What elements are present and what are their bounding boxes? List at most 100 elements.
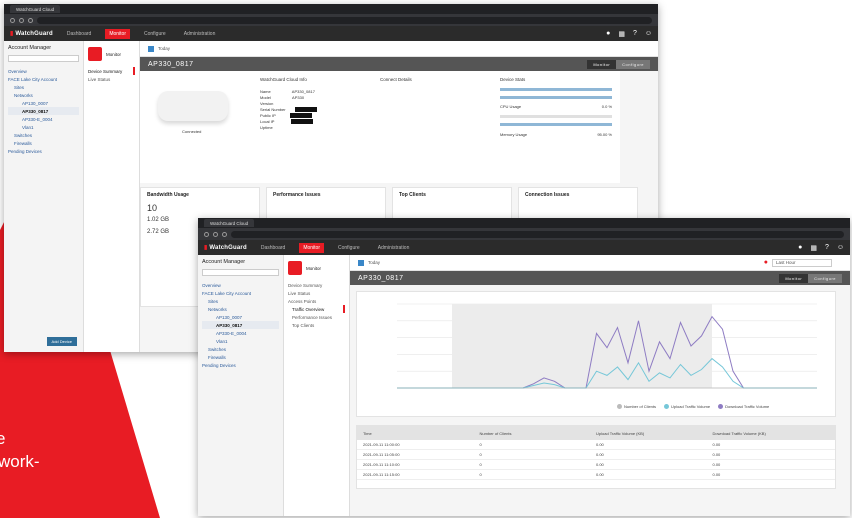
grid-icon[interactable]: ▦ — [618, 30, 625, 38]
nav-dashboard[interactable]: Dashboard — [257, 243, 289, 253]
help-icon[interactable]: ? — [633, 30, 637, 38]
tree-item[interactable]: Vlan1 — [202, 337, 279, 345]
column-header[interactable]: Time — [363, 431, 480, 436]
account-search-input[interactable] — [8, 55, 79, 62]
tree-item[interactable]: Sites — [8, 83, 79, 91]
tree-item[interactable]: Networks — [202, 305, 279, 313]
tree-item[interactable]: Switches — [202, 345, 279, 353]
table-row: 2021-09-11 11:00:00 0 0.00 0.00 — [357, 440, 835, 450]
tree-item[interactable]: FACE Lake City Account — [202, 289, 279, 297]
nav-configure[interactable]: Configure — [334, 243, 364, 253]
watchguard-logo[interactable]: ▮ WatchGuard — [204, 244, 247, 251]
tree-item[interactable]: FACE Lake City Account — [8, 75, 79, 83]
card-title: Top Clients — [399, 192, 426, 198]
subnav-item[interactable]: Top Clients — [288, 321, 345, 329]
subnav-item[interactable]: Device Summary — [288, 281, 345, 289]
time-range-select[interactable]: Last Hour — [772, 258, 832, 267]
forward-icon[interactable] — [213, 231, 218, 237]
user-icon[interactable]: ☺ — [645, 30, 652, 38]
tree-item[interactable]: Pending Devices — [202, 361, 279, 369]
tree-item[interactable]: Vlan1 — [8, 123, 79, 131]
tree-item[interactable]: Sites — [202, 297, 279, 305]
tree-item[interactable]: Firewalls — [202, 353, 279, 361]
nav-configure[interactable]: Configure — [140, 29, 170, 39]
tab-monitor[interactable]: Monitor — [779, 273, 809, 283]
column-header[interactable]: Upload Traffic Volume (KB) — [596, 431, 713, 436]
info-key: Model — [260, 95, 271, 100]
breadcrumb-label[interactable]: Today — [158, 46, 170, 51]
subnav-item[interactable]: Live Status — [88, 75, 135, 83]
column-header[interactable]: Number of Clients — [480, 431, 597, 436]
device-title-bar: AP330_0817 Monitor Configure — [140, 57, 658, 71]
add-device-button[interactable]: Add Device — [46, 337, 77, 346]
breadcrumb-label[interactable]: Today — [368, 260, 380, 265]
back-icon[interactable] — [10, 17, 15, 23]
nav-administration[interactable]: Administration — [374, 243, 414, 253]
nav-monitor[interactable]: Monitor — [105, 28, 130, 39]
tree-item[interactable]: AP130_0007 — [8, 99, 79, 107]
tree-item[interactable]: AP130_0007 — [202, 313, 279, 321]
reload-icon[interactable] — [222, 231, 227, 237]
app-header: ▮ WatchGuard Dashboard Monitor Configure… — [4, 26, 658, 41]
memory-usage-label: Memory Usage — [500, 132, 528, 137]
tree-item-selected[interactable]: AP330_0817 — [8, 107, 79, 115]
notification-icon[interactable]: ● — [798, 244, 802, 252]
cpu-bar — [500, 115, 612, 118]
browser-tab[interactable]: WatchGuard Cloud — [10, 5, 61, 13]
promo-line-1: e — [0, 429, 6, 448]
device-name: AP330_0817 — [148, 60, 194, 68]
table-header: Time Number of Clients Upload Traffic Vo… — [357, 426, 835, 440]
device-overview-card: Connected WatchGuard Cloud Info Name AP3… — [140, 71, 620, 183]
browser-tab[interactable]: WatchGuard Cloud — [204, 219, 255, 227]
table-row: 2021-09-11 11:15:00 0 0.00 0.00 — [357, 470, 835, 480]
tree-item[interactable]: Overview — [8, 67, 79, 75]
nav-administration[interactable]: Administration — [180, 29, 220, 39]
alert-icon[interactable]: ● — [764, 259, 768, 266]
browser-chrome: WatchGuard Cloud — [4, 4, 658, 26]
tab-configure[interactable]: Configure — [808, 273, 842, 283]
user-icon[interactable]: ☺ — [837, 244, 844, 252]
tree-item[interactable]: AP330-E_0004 — [8, 115, 79, 123]
tree-item[interactable]: Firewalls — [8, 139, 79, 147]
nav-dashboard[interactable]: Dashboard — [63, 29, 95, 39]
back-icon[interactable] — [204, 231, 209, 237]
tree-item[interactable]: AP330-E_0004 — [202, 329, 279, 337]
reload-icon[interactable] — [28, 17, 33, 23]
calendar-icon — [358, 259, 364, 266]
tab-configure[interactable]: Configure — [616, 59, 650, 69]
subnav-item[interactable]: Traffic Overview — [288, 305, 345, 313]
nav-monitor[interactable]: Monitor — [299, 242, 324, 253]
tree-item[interactable]: Overview — [202, 281, 279, 289]
subnav-header: Monitor — [306, 265, 322, 271]
subnav-item[interactable]: Device Summary — [88, 67, 135, 75]
grid-icon[interactable]: ▦ — [810, 244, 817, 252]
info-key: Version — [260, 101, 274, 106]
chart-legend: Number of Clients Upload Traffic Volume … — [617, 404, 769, 410]
tree-item-selected[interactable]: AP330_0817 — [202, 321, 279, 329]
legend-item: Number of Clients — [617, 404, 656, 410]
column-header[interactable]: Download Traffic Volume (KB) — [713, 431, 830, 436]
card-title: Performance Issues — [273, 192, 321, 198]
account-tree: Overview FACE Lake City Account Sites Ne… — [8, 67, 79, 155]
info-value: AP330_0817 — [291, 89, 315, 94]
subnav-item[interactable]: Performance Issues — [288, 313, 345, 321]
address-bar[interactable] — [231, 230, 844, 238]
tree-item[interactable]: Networks — [8, 91, 79, 99]
account-search-input[interactable] — [202, 269, 279, 276]
tab-monitor[interactable]: Monitor — [587, 59, 617, 69]
forward-icon[interactable] — [19, 17, 24, 23]
notification-icon[interactable]: ● — [606, 30, 610, 38]
device-title-bar: AP330_0817 Monitor Configure — [350, 271, 850, 285]
tree-item[interactable]: Pending Devices — [8, 147, 79, 155]
address-bar[interactable] — [37, 16, 652, 24]
tree-item[interactable]: Switches — [8, 131, 79, 139]
watchguard-logo[interactable]: ▮ WatchGuard — [10, 30, 53, 37]
help-icon[interactable]: ? — [825, 244, 829, 252]
account-manager-panel: Account Manager Overview FACE Lake City … — [198, 255, 284, 516]
traffic-table: Time Number of Clients Upload Traffic Vo… — [356, 425, 836, 489]
info-key: Name — [260, 89, 271, 94]
subnav-item[interactable]: Live Status — [288, 289, 345, 297]
subnav-header: Monitor — [106, 51, 122, 57]
subnav-item[interactable]: Access Points — [288, 297, 345, 305]
traffic-overview-main: Today ● Last Hour AP330_0817 Monitor Conf… — [350, 255, 850, 516]
